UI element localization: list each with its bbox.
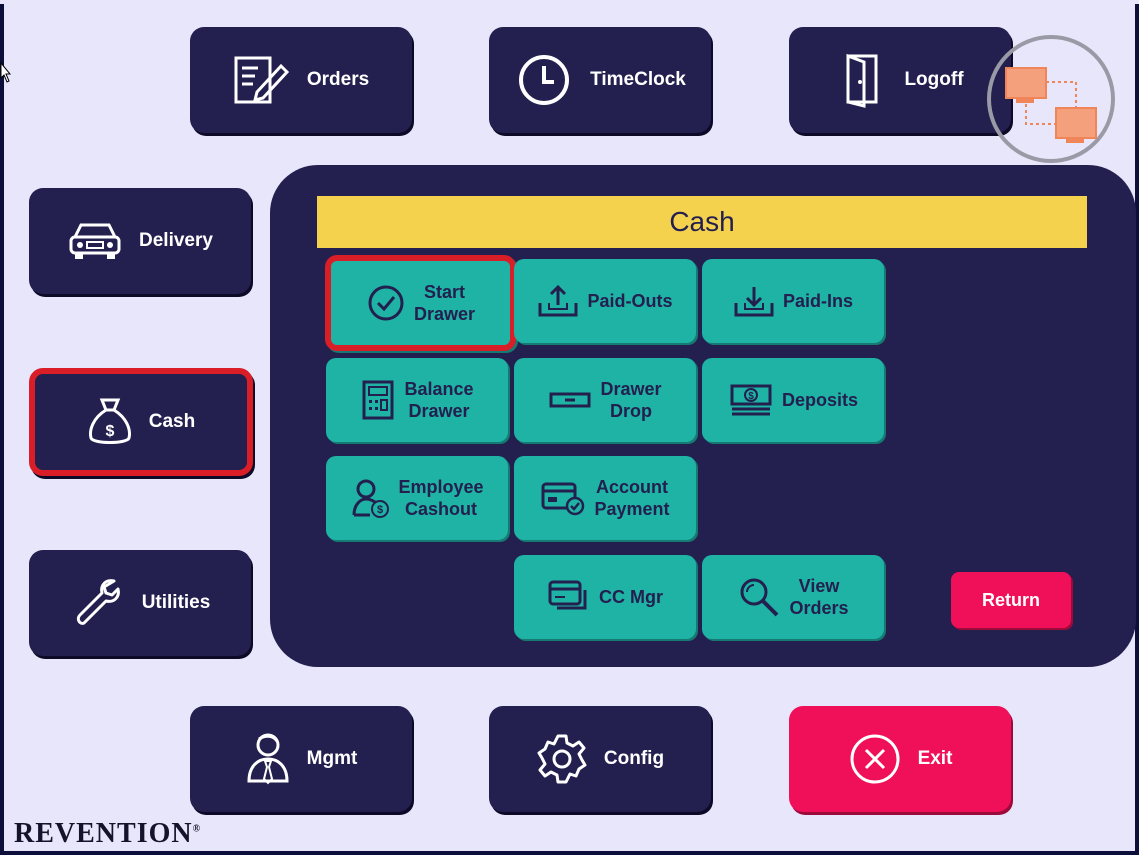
cc-mgr-label: CC Mgr [599,587,663,607]
employee-cashout-label: Employee Cashout [398,477,484,519]
drawer-drop-button[interactable]: Drawer Drop [514,358,696,442]
cards-icon [547,578,591,616]
mgmt-button[interactable]: Mgmt [190,706,412,812]
view-orders-button[interactable]: View Orders [702,555,884,639]
config-button[interactable]: Config [489,706,711,812]
paid-outs-label: Paid-Outs [587,291,673,311]
svg-text:$: $ [105,423,114,440]
clock-icon [514,54,574,106]
cash-label: Cash [148,411,196,432]
person-tie-icon [245,731,291,787]
account-payment-label: Account Payment [594,477,670,519]
delivery-button[interactable]: Delivery [29,188,251,294]
utilities-label: Utilities [141,592,211,613]
exit-button[interactable]: Exit [789,706,1011,812]
exit-label: Exit [917,748,953,769]
check-circle-icon [366,283,406,323]
mouse-cursor-icon [0,62,12,83]
config-label: Config [603,748,665,769]
door-icon [836,52,888,108]
paid-ins-label: Paid-Ins [782,291,853,311]
banknote-icon: $ [728,382,774,418]
card-check-icon [540,480,586,516]
logoff-button[interactable]: Logoff [789,27,1011,133]
wrench-icon [70,575,126,631]
cash-button[interactable]: $ Cash [29,368,253,476]
mgmt-label: Mgmt [306,748,358,769]
calculator-icon [360,378,396,422]
orders-button[interactable]: Orders [190,27,412,133]
employee-money-icon: $ [350,477,390,519]
timeclock-button[interactable]: TimeClock [489,27,711,133]
delivery-label: Delivery [139,230,213,251]
network-status-icon[interactable] [984,32,1118,166]
revention-logo: REVENTION® [14,818,202,849]
account-payment-button[interactable]: Account Payment [514,456,696,540]
balance-drawer-label: Balance Drawer [404,379,474,421]
paid-ins-button[interactable]: Paid-Ins [702,259,884,343]
deposits-label: Deposits [781,390,859,410]
pencil-paper-icon [233,54,291,106]
drawer-icon [548,390,592,410]
utilities-button[interactable]: Utilities [29,550,251,656]
deposits-button[interactable]: $ Deposits [702,358,884,442]
view-orders-label: View Orders [789,576,849,618]
cc-mgr-button[interactable]: CC Mgr [514,555,696,639]
start-drawer-label: Start Drawer [413,282,476,324]
car-icon [67,217,123,265]
drawer-drop-label: Drawer Drop [600,379,662,421]
cash-panel-title: Cash [317,196,1087,248]
balance-drawer-button[interactable]: Balance Drawer [326,358,508,442]
gear-icon [536,733,588,785]
tray-up-icon [537,283,579,319]
return-button[interactable]: Return [951,572,1071,628]
employee-cashout-button[interactable]: $ Employee Cashout [326,456,508,540]
timeclock-label: TimeClock [590,69,686,90]
logoff-label: Logoff [904,69,964,90]
orders-label: Orders [306,69,370,90]
svg-text:$: $ [748,391,754,402]
start-drawer-button[interactable]: Start Drawer [325,255,516,351]
tray-down-icon [733,283,775,319]
svg-text:$: $ [377,504,383,516]
paid-outs-button[interactable]: Paid-Outs [514,259,696,343]
money-bag-icon: $ [87,396,133,448]
magnifier-icon [737,575,781,619]
close-circle-icon [848,732,902,786]
